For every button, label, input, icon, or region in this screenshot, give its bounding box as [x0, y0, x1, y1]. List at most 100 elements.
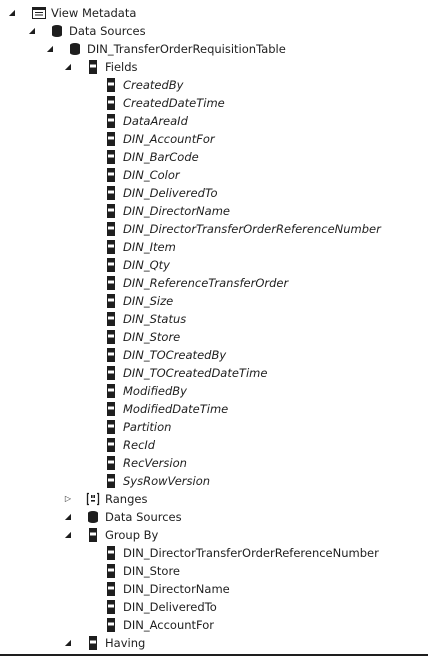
field-item[interactable]: RecId: [0, 436, 428, 454]
tree-node-label: DIN_Item: [123, 240, 176, 254]
field-icon: [103, 581, 119, 597]
expanded-arrow-icon[interactable]: ◢: [62, 58, 74, 76]
field-icon: [103, 455, 119, 471]
tree-node-label: DIN_TOCreatedBy: [123, 348, 227, 362]
tree-node-label: RecVersion: [123, 456, 187, 470]
field-icon: [103, 473, 119, 489]
field-icon: [103, 167, 119, 183]
field-item[interactable]: DIN_Color: [0, 166, 428, 184]
field-item[interactable]: DIN_Size: [0, 292, 428, 310]
tree-node-label: ModifiedDateTime: [123, 402, 229, 416]
having-icon: [85, 635, 101, 651]
metadata-tree: ◢ View Metadata ◢ Data Sources ◢ DIN_Tra…: [0, 4, 428, 652]
group-by-item[interactable]: DIN_DirectorTransferOrderReferenceNumber: [0, 544, 428, 562]
field-item[interactable]: DIN_Item: [0, 238, 428, 256]
expanded-arrow-icon[interactable]: ◢: [62, 508, 74, 526]
field-item[interactable]: CreatedDateTime: [0, 94, 428, 112]
tree-node-label: Data Sources: [105, 510, 182, 524]
panel-bottom-border: [0, 654, 428, 656]
tree-node-label: DIN_Store: [123, 564, 180, 578]
field-item[interactable]: ModifiedBy: [0, 382, 428, 400]
tree-node-label: DIN_Size: [123, 294, 174, 308]
field-icon: [103, 563, 119, 579]
field-item[interactable]: DIN_DeliveredTo: [0, 184, 428, 202]
field-item[interactable]: DIN_Qty: [0, 256, 428, 274]
expanded-arrow-icon[interactable]: ◢: [6, 4, 18, 22]
field-icon: [103, 203, 119, 219]
field-item[interactable]: SysRowVersion: [0, 472, 428, 490]
group-by-item[interactable]: DIN_DirectorName: [0, 580, 428, 598]
tree-node-label: DIN_TOCreatedDateTime: [123, 366, 268, 380]
field-icon: [103, 113, 119, 129]
field-item[interactable]: DIN_DirectorTransferOrderReferenceNumber: [0, 220, 428, 238]
expanded-arrow-icon[interactable]: ◢: [26, 22, 38, 40]
tree-node-label: View Metadata: [51, 6, 137, 20]
field-icon: [103, 311, 119, 327]
field-icon: [103, 545, 119, 561]
group-by-item[interactable]: DIN_AccountFor: [0, 616, 428, 634]
tree-node-view-metadata[interactable]: ◢ View Metadata: [0, 4, 428, 22]
field-item[interactable]: DIN_TOCreatedDateTime: [0, 364, 428, 382]
tree-node-label: Fields: [105, 60, 138, 74]
field-item[interactable]: CreatedBy: [0, 76, 428, 94]
field-item[interactable]: RecVersion: [0, 454, 428, 472]
tree-node-label: DIN_DirectorName: [123, 582, 230, 596]
tree-node-label: DIN_TransferOrderRequisitionTable: [87, 42, 286, 56]
tree-node-label: Group By: [105, 528, 159, 542]
tree-node-label: Data Sources: [69, 24, 146, 38]
tree-node-label: Partition: [123, 420, 172, 434]
field-icon: [103, 599, 119, 615]
tree-node-label: DIN_ReferenceTransferOrder: [123, 276, 289, 290]
expanded-arrow-icon[interactable]: ◢: [44, 40, 56, 58]
field-item[interactable]: DIN_ReferenceTransferOrder: [0, 274, 428, 292]
tree-node-table[interactable]: ◢ DIN_TransferOrderRequisitionTable: [0, 40, 428, 58]
tree-node-label: DIN_DeliveredTo: [123, 186, 218, 200]
database-icon: [85, 509, 101, 525]
tree-node-label: DIN_AccountFor: [123, 618, 215, 632]
tree-node-ranges[interactable]: ▷ Ranges: [0, 490, 428, 508]
view-metadata-icon: [31, 5, 47, 21]
field-item[interactable]: DIN_AccountFor: [0, 130, 428, 148]
tree-node-label: DIN_DeliveredTo: [123, 600, 217, 614]
field-icon: [103, 275, 119, 291]
fields-list: CreatedBy CreatedDateTime DataAreaId DIN_Ac…: [0, 76, 428, 490]
tree-node-label: DIN_Store: [123, 330, 181, 344]
field-icon: [103, 185, 119, 201]
tree-node-label: DIN_DirectorTransferOrderReferenceNumber: [123, 222, 381, 236]
tree-node-label: DIN_DirectorTransferOrderReferenceNumber: [123, 546, 379, 560]
field-icon: [103, 347, 119, 363]
tree-node-label: Having: [105, 636, 146, 650]
tree-node-having[interactable]: ◢ Having: [0, 634, 428, 652]
field-item[interactable]: DIN_TOCreatedBy: [0, 346, 428, 364]
tree-node-label: CreatedBy: [123, 78, 184, 92]
field-item[interactable]: ModifiedDateTime: [0, 400, 428, 418]
field-item[interactable]: DIN_Store: [0, 328, 428, 346]
collapsed-arrow-icon[interactable]: ▷: [62, 490, 74, 508]
field-icon: [103, 329, 119, 345]
tree-node-data-sources[interactable]: ◢ Data Sources: [0, 22, 428, 40]
tree-node-nested-data-sources[interactable]: ◢ Data Sources: [0, 508, 428, 526]
field-item[interactable]: DataAreaId: [0, 112, 428, 130]
tree-node-label: DIN_Status: [123, 312, 187, 326]
database-icon: [67, 41, 83, 57]
expanded-arrow-icon[interactable]: ◢: [62, 526, 74, 544]
field-item[interactable]: DIN_Status: [0, 310, 428, 328]
tree-node-label: RecId: [123, 438, 156, 452]
group-by-item[interactable]: DIN_DeliveredTo: [0, 598, 428, 616]
group-by-icon: [85, 527, 101, 543]
field-icon: [103, 437, 119, 453]
tree-node-fields[interactable]: ◢ Fields: [0, 58, 428, 76]
database-icon: [49, 23, 65, 39]
tree-node-label: ModifiedBy: [123, 384, 187, 398]
field-icon: [103, 131, 119, 147]
field-icon: [103, 257, 119, 273]
tree-node-group-by[interactable]: ◢ Group By: [0, 526, 428, 544]
field-item[interactable]: DIN_BarCode: [0, 148, 428, 166]
field-item[interactable]: DIN_DirectorName: [0, 202, 428, 220]
field-icon: [103, 95, 119, 111]
field-item[interactable]: Partition: [0, 418, 428, 436]
field-icon: [103, 365, 119, 381]
expanded-arrow-icon[interactable]: ◢: [62, 634, 74, 652]
tree-node-label: DIN_BarCode: [123, 150, 199, 164]
group-by-item[interactable]: DIN_Store: [0, 562, 428, 580]
